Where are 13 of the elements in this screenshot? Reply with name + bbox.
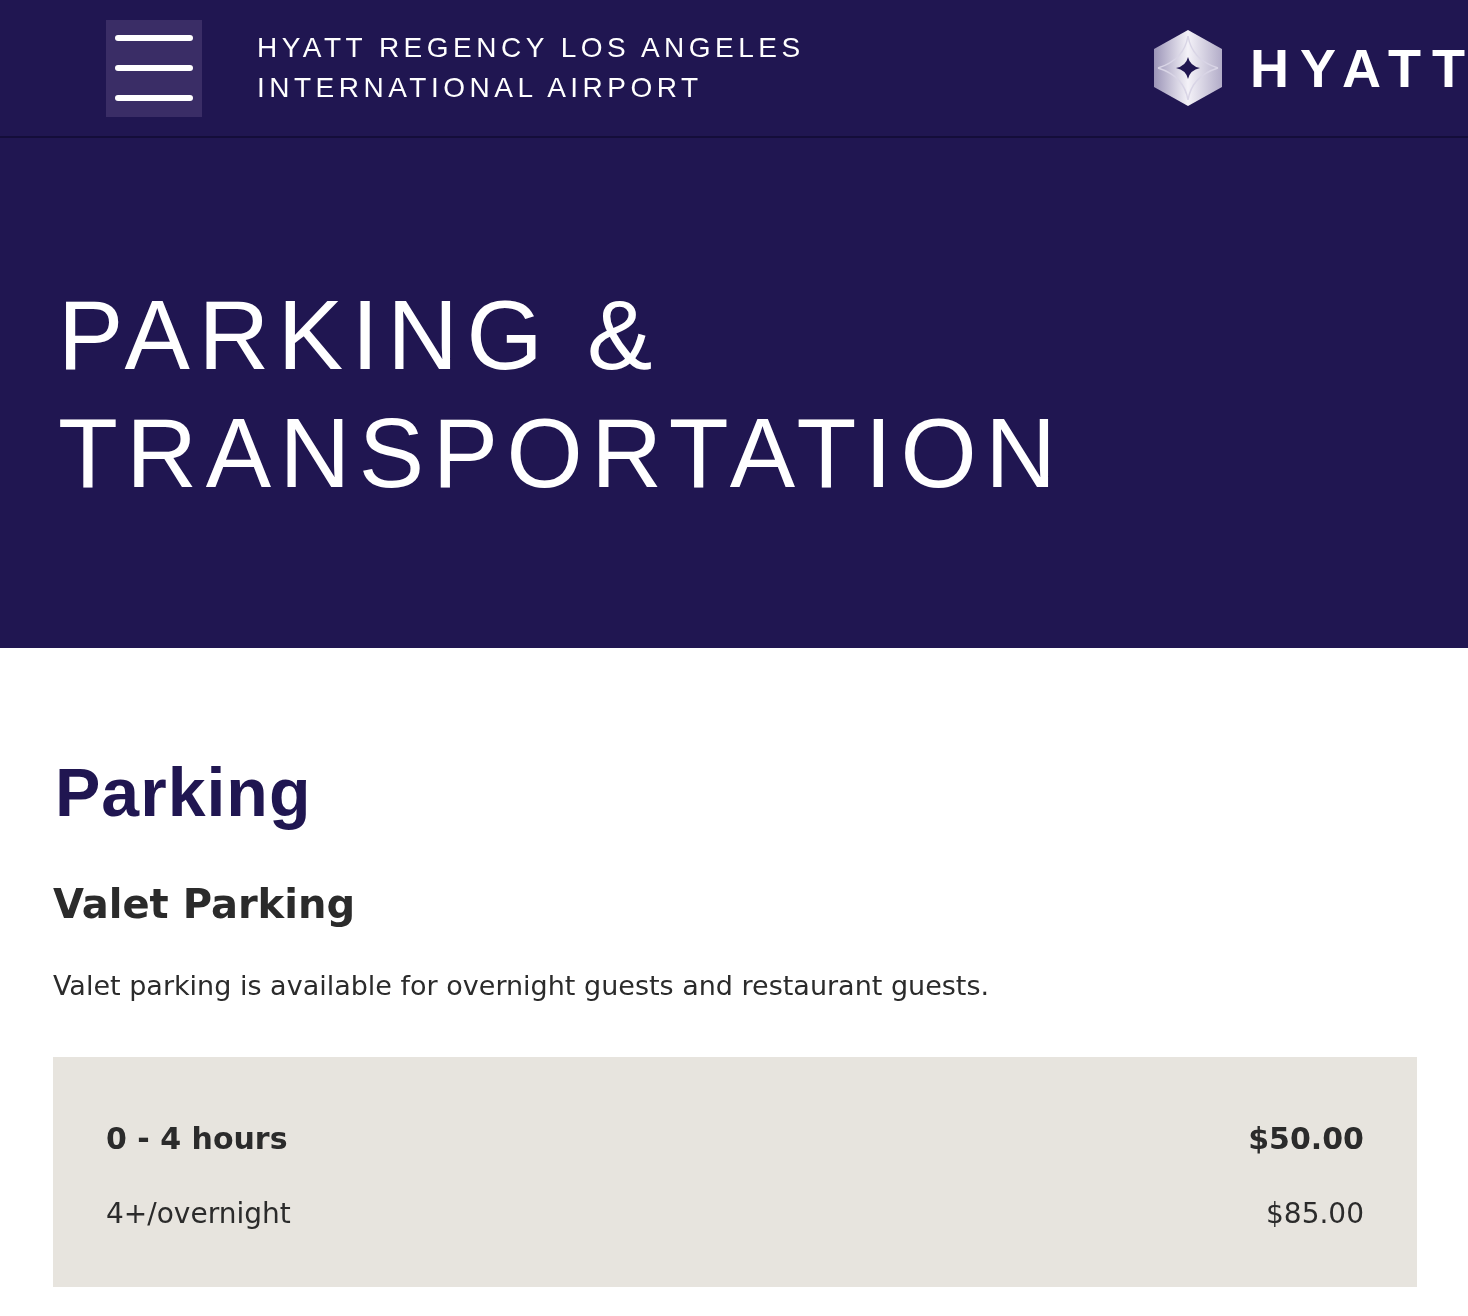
- logo-icon: [1153, 30, 1222, 106]
- rate-price: $85.00: [1266, 1196, 1364, 1232]
- menu-icon: [115, 35, 193, 101]
- rate-price: $50.00: [1248, 1120, 1364, 1158]
- rate-duration: 0 - 4 hours: [106, 1120, 288, 1158]
- logo-text: HYATT: [1249, 38, 1468, 98]
- hero-title: PARKING & TRANSPORTATION: [58, 279, 1066, 510]
- rate-duration: 4+/overnight: [106, 1196, 291, 1232]
- subsection-heading: Valet Parking: [53, 880, 357, 928]
- hotel-name[interactable]: HYATT REGENCY LOS ANGELES INTERNATIONAL AIRPORT: [257, 28, 877, 108]
- section-heading: Parking: [55, 753, 313, 832]
- menu-button[interactable]: [106, 19, 202, 117]
- description-text: Valet parking is available for overnight guests and restaurant guests.: [53, 969, 991, 1003]
